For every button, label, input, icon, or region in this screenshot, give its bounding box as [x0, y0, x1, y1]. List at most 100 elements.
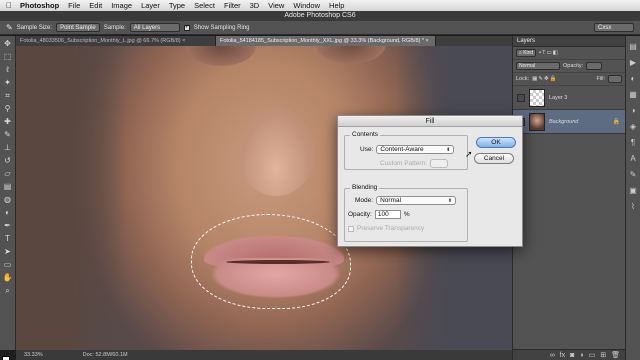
workspace-select[interactable]: Cxsx	[594, 23, 634, 32]
blur-tool-icon[interactable]: ◍	[3, 195, 13, 205]
layer-row-background[interactable]: Background 🔒	[513, 110, 625, 134]
adjustments-panel-icon[interactable]: ◑	[628, 106, 638, 116]
path-select-icon[interactable]: ➤	[3, 247, 13, 257]
link-layers-icon[interactable]: ∞	[550, 350, 555, 360]
layer-kind-select[interactable]: ⌕ Kind	[516, 49, 537, 57]
paths-panel-icon[interactable]: ⌇	[628, 202, 638, 212]
show-sampling-ring-label: Show Sampling Ring	[193, 24, 250, 31]
use-select[interactable]: Content-Aware ⬍	[376, 145, 455, 154]
type-tool-icon[interactable]: T	[3, 234, 13, 244]
marquee-tool-icon[interactable]: ⬚	[3, 52, 13, 62]
eyedropper-icon[interactable]: ⚲	[3, 104, 13, 114]
layer-opacity-field[interactable]	[586, 62, 603, 70]
lasso-tool-icon[interactable]: ℓ	[3, 65, 13, 75]
fx-icon[interactable]: fx	[560, 350, 565, 360]
menu-layer[interactable]: Layer	[141, 1, 160, 10]
layer-name: Layer 3	[549, 94, 568, 101]
clone-stamp-icon[interactable]: ⊥	[3, 143, 13, 153]
foreground-color-swatch[interactable]	[2, 356, 10, 360]
selection-marquee[interactable]	[191, 214, 351, 309]
tab-document-1[interactable]: Fotolia_48033506_Subscription_Monthly_L.…	[16, 36, 216, 46]
mask-icon[interactable]: ◙	[570, 350, 574, 360]
cancel-button[interactable]: Cancel	[474, 153, 514, 164]
custom-pattern-swatch[interactable]	[429, 159, 448, 168]
menu-3d[interactable]: 3D	[250, 1, 260, 10]
preserve-transparency-checkbox[interactable]	[348, 225, 354, 232]
use-value: Content-Aware	[380, 145, 424, 153]
swatches-panel-icon[interactable]: ▦	[628, 90, 638, 100]
filter-icons[interactable]: ▪T▭◧	[539, 50, 559, 56]
custom-pattern-label: Custom Pattern:	[380, 160, 427, 167]
menu-filter[interactable]: Filter	[224, 1, 241, 10]
ok-button[interactable]: OK	[476, 137, 516, 148]
color-panel-icon[interactable]: ◐	[628, 74, 638, 84]
channels-panel-icon[interactable]: ▣	[628, 186, 638, 196]
layer-row-layer-3[interactable]: Layer 3	[513, 86, 625, 110]
tab-document-2[interactable]: Fotolia_54184185_Subscription_Monthly_XX…	[216, 36, 436, 46]
lock-icons[interactable]: ▦✎✥🔒	[532, 76, 557, 82]
actions-panel-icon[interactable]: ▶	[628, 58, 638, 68]
menu-help[interactable]: Help	[329, 1, 344, 10]
layer-thumbnail	[529, 88, 545, 107]
show-sampling-ring-checkbox[interactable]	[183, 23, 190, 31]
app-title: Adobe Photoshop CS6	[0, 11, 640, 21]
quick-select-tool-icon[interactable]: ✦	[3, 78, 13, 88]
layers-panel: Layers ⌕ Kind ▪T▭◧ Normal Opacity: Lock:…	[512, 36, 626, 360]
blending-label: Blending	[350, 184, 380, 191]
lock-row: Lock: ▦✎✥🔒 Fill:	[513, 73, 625, 86]
pen-tool-icon[interactable]: ✒	[3, 221, 13, 231]
adjustment-icon[interactable]: ◑	[579, 350, 583, 360]
paragraph-panel-icon[interactable]: ¶	[628, 138, 638, 148]
brush-tool-icon[interactable]: ✎	[3, 130, 13, 140]
dodge-tool-icon[interactable]: ◐	[3, 208, 13, 218]
menu-window[interactable]: Window	[293, 1, 320, 10]
zoom-tool-icon[interactable]: ⌕	[3, 286, 13, 296]
eraser-tool-icon[interactable]: ▱	[3, 169, 13, 179]
mode-select[interactable]: Normal ⬍	[376, 196, 457, 205]
menu-photoshop[interactable]: Photoshop	[20, 1, 59, 10]
sample-select[interactable]: All Layers	[129, 23, 180, 32]
contents-label: Contents	[350, 131, 381, 138]
shape-tool-icon[interactable]: ▭	[3, 260, 13, 270]
doc-size: Doc: 52.8M/60.1M	[82, 352, 128, 358]
opacity-input[interactable]: 100	[374, 210, 401, 219]
menu-edit[interactable]: Edit	[89, 1, 102, 10]
history-panel-icon[interactable]: ▤	[628, 42, 638, 52]
layer-fill-field[interactable]	[608, 75, 622, 83]
toolbox: ✥ ⬚ ℓ ✦ ⌗ ⚲ ✚ ✎ ⊥ ↺ ▱ ▤ ◍ ◐ ✒ T ➤ ▭ ✋ ⌕	[0, 36, 16, 360]
character-panel-icon[interactable]: A	[628, 154, 638, 164]
hand-tool-icon[interactable]: ✋	[3, 273, 13, 283]
photo-eye-right	[316, 46, 386, 64]
brush-panel-icon[interactable]: ✎	[628, 170, 638, 180]
layers-panel-title[interactable]: Layers	[513, 36, 625, 47]
fill-label: Fill:	[596, 76, 605, 82]
opacity-unit: %	[403, 211, 410, 218]
menu-view[interactable]: View	[268, 1, 284, 10]
visibility-toggle[interactable]	[517, 93, 525, 102]
kind-label: Kind	[523, 50, 534, 56]
blend-mode-select[interactable]: Normal	[516, 62, 560, 70]
mode-row: Mode: Normal ⬍	[355, 196, 457, 205]
history-brush-icon[interactable]: ↺	[3, 156, 13, 166]
styles-panel-icon[interactable]: ◈	[628, 122, 638, 132]
zoom-level[interactable]: 33.33%	[24, 350, 43, 360]
crop-tool-icon[interactable]: ⌗	[3, 91, 13, 101]
gradient-tool-icon[interactable]: ▤	[3, 182, 13, 192]
menu-file[interactable]: File	[68, 1, 80, 10]
layer-thumbnail	[529, 112, 545, 131]
photo-eye-left	[186, 46, 256, 66]
lock-label: Lock:	[516, 76, 530, 82]
trash-icon[interactable]: 🗑	[611, 350, 620, 360]
dialog-title: Fill	[338, 116, 522, 127]
menu-image[interactable]: Image	[111, 1, 132, 10]
menu-type[interactable]: Type	[169, 1, 185, 10]
move-tool-icon[interactable]: ✥	[3, 39, 13, 49]
sample-size-select[interactable]: Point Sample	[56, 23, 100, 32]
menu-select[interactable]: Select	[194, 1, 215, 10]
new-layer-icon[interactable]: ⊞	[600, 350, 606, 360]
status-bar: 33.33% Doc: 52.8M/60.1M	[16, 350, 512, 360]
folder-icon[interactable]: ▭	[589, 350, 596, 360]
healing-brush-icon[interactable]: ✚	[3, 117, 13, 127]
eyedropper-tool-icon[interactable]: ✎	[6, 23, 13, 32]
apple-menu-icon[interactable]: 	[6, 1, 12, 10]
